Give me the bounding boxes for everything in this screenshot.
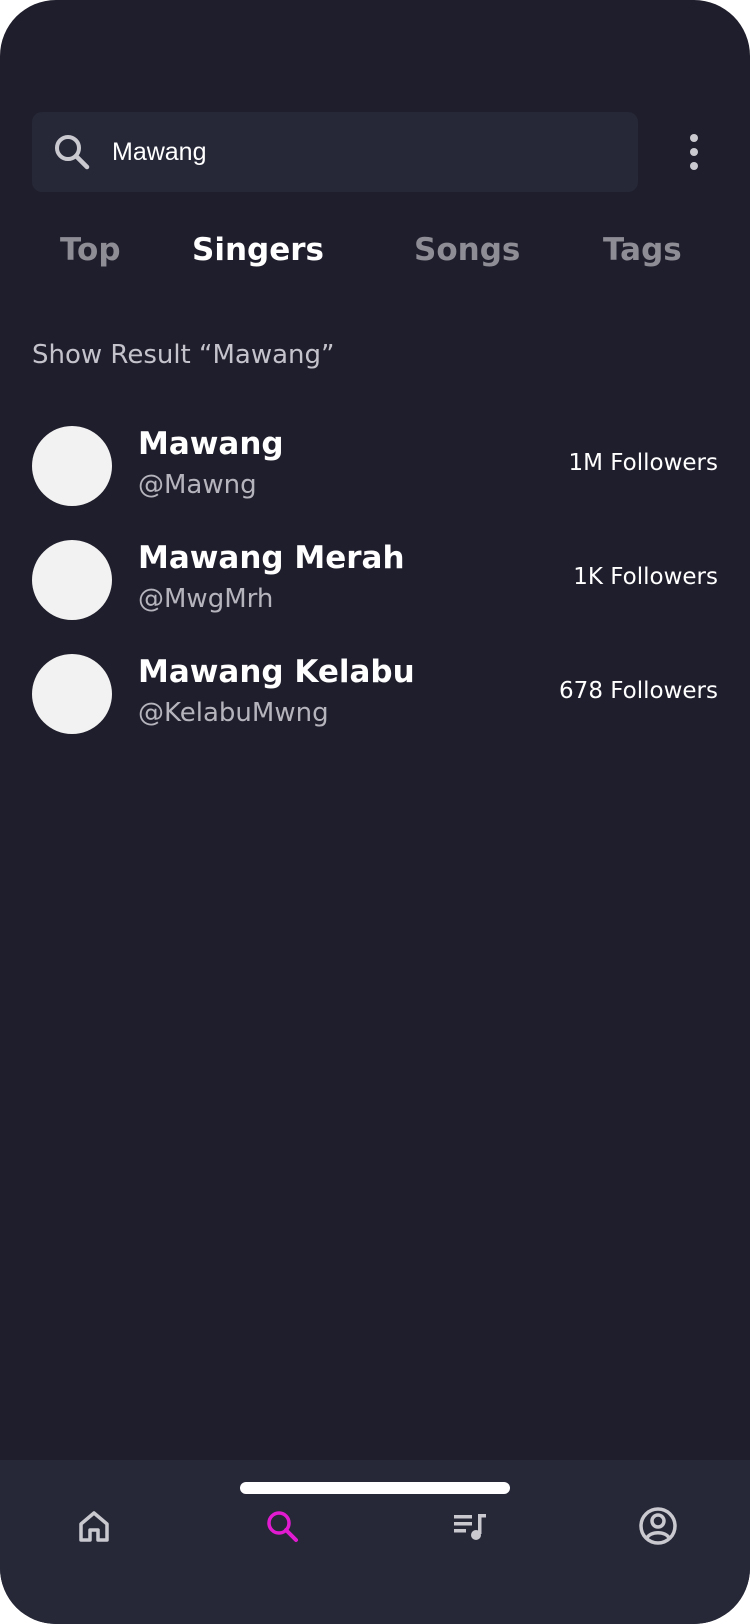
app-screen: Top Singers Songs Tags Show Result “Mawa… xyxy=(0,0,750,1624)
tab-top[interactable]: Top xyxy=(60,232,121,268)
nav-playlist-button[interactable] xyxy=(444,1502,496,1554)
more-options-button[interactable] xyxy=(680,128,708,176)
search-bar[interactable] xyxy=(32,112,638,192)
home-icon xyxy=(76,1508,112,1548)
avatar xyxy=(32,654,112,734)
tab-songs[interactable]: Songs xyxy=(414,232,520,268)
follower-count: 678 Followers xyxy=(559,678,718,704)
singer-list-item[interactable]: Mawang @Mawng 1M Followers xyxy=(32,426,718,508)
nav-search-button[interactable] xyxy=(256,1502,308,1554)
home-indicator xyxy=(240,1482,510,1494)
singer-handle: @KelabuMwng xyxy=(138,698,329,728)
profile-icon xyxy=(638,1506,678,1550)
search-input[interactable] xyxy=(112,112,612,192)
follower-count: 1K Followers xyxy=(573,564,718,590)
singer-handle: @MwgMrh xyxy=(138,584,274,614)
more-vertical-icon-dot xyxy=(690,148,698,156)
search-icon xyxy=(264,1508,300,1548)
bottom-nav xyxy=(0,1460,750,1624)
search-icon xyxy=(52,132,92,172)
playlist-icon xyxy=(452,1508,488,1548)
follower-count: 1M Followers xyxy=(568,450,718,476)
more-vertical-icon xyxy=(690,134,698,142)
nav-home-button[interactable] xyxy=(68,1502,120,1554)
singer-list-item[interactable]: Mawang Merah @MwgMrh 1K Followers xyxy=(32,540,718,622)
more-vertical-icon-dot xyxy=(690,162,698,170)
singer-list-item[interactable]: Mawang Kelabu @KelabuMwng 678 Followers xyxy=(32,654,718,736)
tab-tags[interactable]: Tags xyxy=(603,232,682,268)
singer-name: Mawang Merah xyxy=(138,540,405,576)
tab-singers[interactable]: Singers xyxy=(192,232,324,268)
avatar xyxy=(32,426,112,506)
result-heading: Show Result “Mawang” xyxy=(32,340,335,370)
singer-name: Mawang xyxy=(138,426,284,462)
nav-profile-button[interactable] xyxy=(632,1502,684,1554)
avatar xyxy=(32,540,112,620)
singer-handle: @Mawng xyxy=(138,470,257,500)
singer-name: Mawang Kelabu xyxy=(138,654,415,690)
